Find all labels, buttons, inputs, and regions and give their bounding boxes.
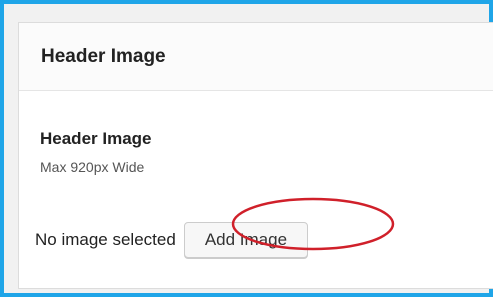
no-image-status: No image selected xyxy=(35,230,176,249)
panel-body: Header Image Max 920px Wide xyxy=(19,91,493,175)
panel-header[interactable]: Header Image xyxy=(19,23,493,91)
field-hint: Max 920px Wide xyxy=(40,159,145,175)
panel-title: Header Image xyxy=(41,45,166,67)
field-label: Header Image xyxy=(40,129,152,148)
screenshot-frame: Header Image Header Image Max 920px Wide… xyxy=(0,0,493,297)
add-image-button[interactable]: Add Image xyxy=(183,222,309,258)
image-selector-row: No image selected Add Image xyxy=(35,222,309,258)
